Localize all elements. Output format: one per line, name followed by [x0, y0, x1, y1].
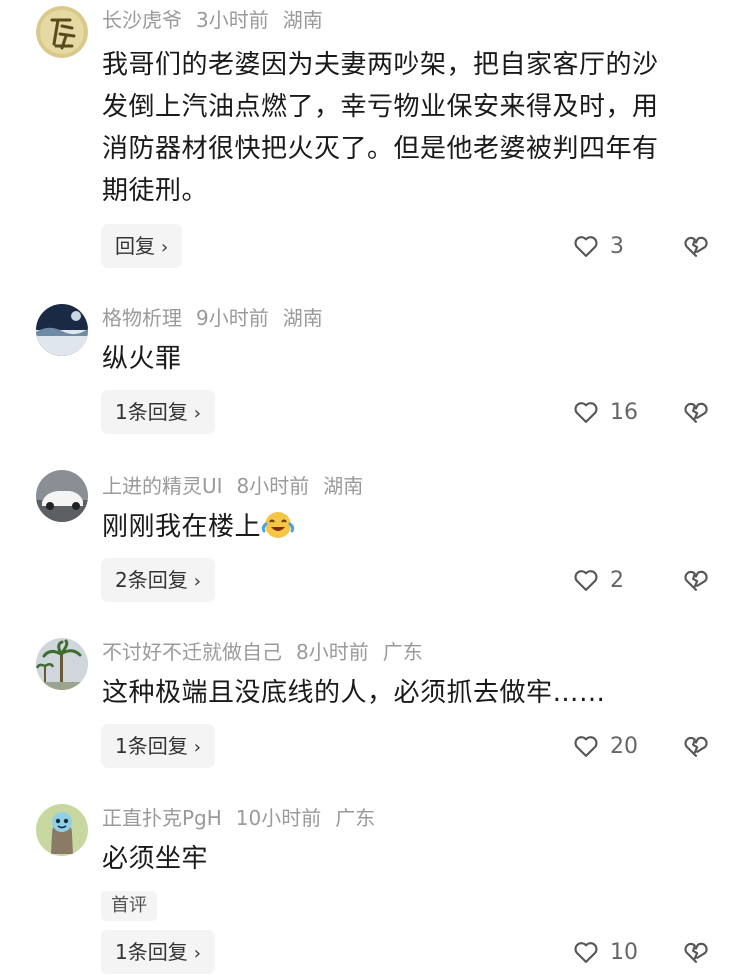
chevron-right-icon: ›: [161, 237, 169, 258]
like-button[interactable]: 16: [572, 396, 638, 428]
comment-line: 发倒上汽油点燃了，幸亏物业保安来得及时，用: [102, 92, 659, 122]
comment-line: 这种极端且没底线的人，必须抓去做牢……: [102, 678, 606, 708]
avatar[interactable]: [36, 304, 88, 356]
avatar[interactable]: [36, 638, 88, 690]
username[interactable]: 正直扑克PgH: [102, 806, 222, 830]
like-count: 3: [610, 233, 624, 259]
dislike-button[interactable]: [682, 398, 710, 426]
timestamp: 10小时前: [235, 806, 322, 830]
broken-heart-icon: [684, 736, 708, 757]
chevron-right-icon: ›: [193, 571, 201, 592]
location: 广东: [382, 640, 423, 664]
location: 湖南: [323, 474, 364, 498]
comment-text: 必须坐牢: [102, 838, 722, 880]
first-comment-badge: 首评: [101, 891, 157, 921]
broken-heart-icon: [684, 942, 708, 963]
location: 湖南: [282, 306, 323, 330]
location: 湖南: [282, 8, 323, 32]
like-button[interactable]: 2: [572, 564, 624, 596]
reply-button[interactable]: 1条回复 ›: [101, 724, 215, 768]
heart-outline-icon: [574, 402, 598, 423]
comment-line: 刚刚我在楼上: [102, 506, 722, 548]
timestamp: 8小时前: [296, 640, 369, 664]
username[interactable]: 格物析理: [102, 306, 182, 330]
broken-heart-icon: [684, 236, 708, 257]
chevron-right-icon: ›: [193, 943, 201, 964]
like-button[interactable]: 10: [572, 936, 638, 968]
comment-text: 纵火罪: [102, 338, 722, 380]
timestamp: 8小时前: [236, 474, 310, 498]
like-count: 2: [610, 567, 624, 593]
username[interactable]: 上进的精灵UI: [102, 474, 223, 498]
like-count: 20: [610, 733, 638, 759]
heart-outline-icon: [574, 236, 598, 257]
location: 广东: [335, 806, 376, 830]
comment-meta: 格物析理 9小时前 湖南: [102, 304, 337, 332]
timestamp: 9小时前: [196, 306, 269, 330]
comment-meta: 正直扑克PgH 10小时前 广东: [102, 804, 389, 832]
comment-meta: 长沙虎爷 3小时前 湖南: [102, 6, 337, 34]
dislike-button[interactable]: [682, 232, 710, 260]
broken-heart-icon: [684, 570, 708, 591]
username[interactable]: 长沙虎爷: [102, 8, 182, 32]
timestamp: 3小时前: [196, 8, 269, 32]
heart-outline-icon: [574, 736, 598, 757]
reply-button[interactable]: 回复 ›: [101, 224, 183, 268]
comment-line: 必须坐牢: [102, 844, 209, 874]
reply-button[interactable]: 1条回复 ›: [101, 930, 215, 974]
avatar[interactable]: [36, 470, 88, 522]
comment-line: 纵火罪: [102, 344, 182, 374]
heart-outline-icon: [574, 570, 598, 591]
comment-line: 消防器材很快把火灭了。但是他老婆被判四年有: [102, 134, 659, 164]
like-button[interactable]: 3: [572, 230, 624, 262]
reply-button[interactable]: 1条回复 ›: [101, 390, 215, 434]
broken-heart-icon: [684, 402, 708, 423]
dislike-button[interactable]: [682, 566, 710, 594]
comment-text: 我哥们的老婆因为夫妻两吵架，把自家客厅的沙 发倒上汽油点燃了，幸亏物业保安来得及…: [102, 44, 722, 212]
comment-line: 期徒刑。: [102, 176, 209, 206]
comment-meta: 上进的精灵UI 8小时前 湖南: [102, 472, 377, 500]
comment-line-text: 刚刚我在楼上: [102, 512, 262, 542]
reply-label: 回复: [115, 234, 155, 258]
like-count: 16: [610, 399, 638, 425]
chevron-right-icon: ›: [193, 737, 201, 758]
reply-label: 1条回复: [115, 734, 188, 758]
reply-button[interactable]: 2条回复 ›: [101, 558, 215, 602]
like-button[interactable]: 20: [572, 730, 638, 762]
reply-label: 1条回复: [115, 940, 188, 964]
avatar[interactable]: [36, 6, 88, 58]
comment-text: 这种极端且没底线的人，必须抓去做牢……: [102, 672, 722, 714]
chevron-right-icon: ›: [193, 403, 201, 424]
dislike-button[interactable]: [682, 938, 710, 966]
comment-text: 刚刚我在楼上: [102, 506, 722, 548]
laughing-crying-emoji-icon: [261, 512, 295, 538]
heart-outline-icon: [574, 942, 598, 963]
comment-meta: 不讨好不迁就做自己 8小时前 广东: [102, 638, 437, 666]
comment-line: 我哥们的老婆因为夫妻两吵架，把自家客厅的沙: [102, 50, 659, 80]
avatar[interactable]: [36, 804, 88, 856]
dislike-button[interactable]: [682, 732, 710, 760]
reply-label: 2条回复: [115, 568, 188, 592]
username[interactable]: 不讨好不迁就做自己: [102, 640, 282, 664]
reply-label: 1条回复: [115, 400, 188, 424]
like-count: 10: [610, 939, 638, 965]
